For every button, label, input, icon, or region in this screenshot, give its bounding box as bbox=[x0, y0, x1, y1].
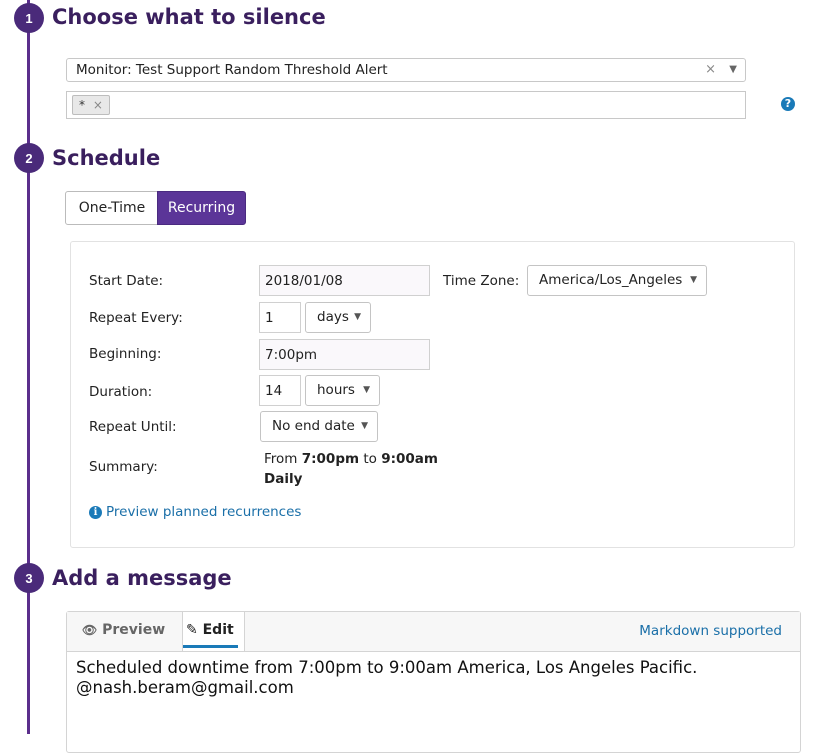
repeat-every-input[interactable]: 1 bbox=[259, 302, 301, 333]
tab-edit-label: Edit bbox=[202, 622, 234, 638]
duration-label: Duration: bbox=[89, 384, 153, 400]
info-icon: i bbox=[89, 506, 102, 519]
chevron-down-icon: ▼ bbox=[690, 275, 697, 285]
monitor-select[interactable]: Monitor: Test Support Random Threshold A… bbox=[66, 58, 746, 82]
summary-to: to bbox=[363, 451, 377, 467]
recurring-tab[interactable]: Recurring bbox=[157, 191, 246, 225]
duration-input[interactable]: 14 bbox=[259, 375, 301, 406]
repeat-until-select[interactable]: No end date ▼ bbox=[260, 411, 378, 442]
step-3-title: Add a message bbox=[52, 566, 232, 590]
chevron-down-icon: ▼ bbox=[363, 385, 370, 395]
tag-remove-icon[interactable]: × bbox=[93, 98, 103, 112]
one-time-tab[interactable]: One-Time bbox=[65, 191, 159, 225]
tab-preview-label: Preview bbox=[102, 622, 166, 638]
beginning-input[interactable]: 7:00pm bbox=[259, 339, 430, 370]
duration-unit-select[interactable]: hours ▼ bbox=[305, 375, 380, 406]
eye-icon: 👁 bbox=[82, 623, 98, 637]
time-zone-value: America/Los_Angeles bbox=[539, 272, 683, 288]
summary-end-time: 9:00am bbox=[381, 451, 438, 467]
repeat-unit-select[interactable]: days ▼ bbox=[305, 302, 371, 333]
repeat-every-label: Repeat Every: bbox=[89, 310, 183, 326]
pencil-icon: ✎ bbox=[186, 622, 198, 638]
tab-preview[interactable]: 👁 Preview bbox=[82, 622, 165, 638]
step-timeline bbox=[27, 0, 30, 734]
summary-start-time: 7:00pm bbox=[301, 451, 360, 467]
time-zone-select[interactable]: America/Los_Angeles ▼ bbox=[527, 265, 707, 296]
preview-recurrences-label: Preview planned recurrences bbox=[106, 504, 302, 520]
repeat-until-value: No end date bbox=[272, 418, 355, 434]
editor-tab-bar: 👁 Preview ✎ Edit Markdown supported bbox=[67, 612, 800, 652]
repeat-unit-value: days bbox=[317, 309, 349, 325]
start-date-label: Start Date: bbox=[89, 273, 164, 289]
summary-frequency: Daily bbox=[264, 471, 303, 487]
start-date-input[interactable]: 2018/01/08 bbox=[259, 265, 430, 296]
active-tab-indicator bbox=[183, 645, 238, 648]
message-editor: 👁 Preview ✎ Edit Markdown supported Sche… bbox=[66, 611, 801, 753]
step-2-title: Schedule bbox=[52, 146, 161, 170]
duration-unit-value: hours bbox=[317, 382, 355, 398]
clear-selection-icon[interactable]: × bbox=[705, 59, 716, 81]
summary-label: Summary: bbox=[89, 459, 158, 475]
schedule-summary: From 7:00pm to 9:00am Daily bbox=[264, 449, 438, 489]
time-zone-label: Time Zone: bbox=[443, 273, 520, 289]
message-textarea[interactable]: Scheduled downtime from 7:00pm to 9:00am… bbox=[76, 658, 697, 698]
tab-edit[interactable]: ✎ Edit bbox=[182, 612, 245, 651]
scope-tag: * × bbox=[72, 95, 110, 115]
help-icon[interactable]: ? bbox=[781, 97, 795, 111]
repeat-until-label: Repeat Until: bbox=[89, 419, 177, 435]
tab-edit-content: ✎ Edit bbox=[186, 622, 234, 638]
scope-tag-label: * bbox=[79, 98, 85, 112]
chevron-down-icon: ▼ bbox=[354, 312, 361, 322]
step-2-badge: 2 bbox=[14, 143, 44, 173]
monitor-select-value: Monitor: Test Support Random Threshold A… bbox=[76, 62, 388, 78]
chevron-down-icon[interactable]: ▼ bbox=[729, 59, 737, 81]
preview-recurrences-link[interactable]: i Preview planned recurrences bbox=[89, 504, 301, 520]
step-1-badge: 1 bbox=[14, 3, 44, 33]
summary-from: From bbox=[264, 451, 298, 467]
markdown-supported-link[interactable]: Markdown supported bbox=[639, 623, 782, 639]
chevron-down-icon: ▼ bbox=[361, 421, 368, 431]
scope-tag-input[interactable]: * × bbox=[66, 91, 746, 119]
step-3-badge: 3 bbox=[14, 563, 44, 593]
step-1-title: Choose what to silence bbox=[52, 5, 326, 29]
beginning-label: Beginning: bbox=[89, 346, 162, 362]
